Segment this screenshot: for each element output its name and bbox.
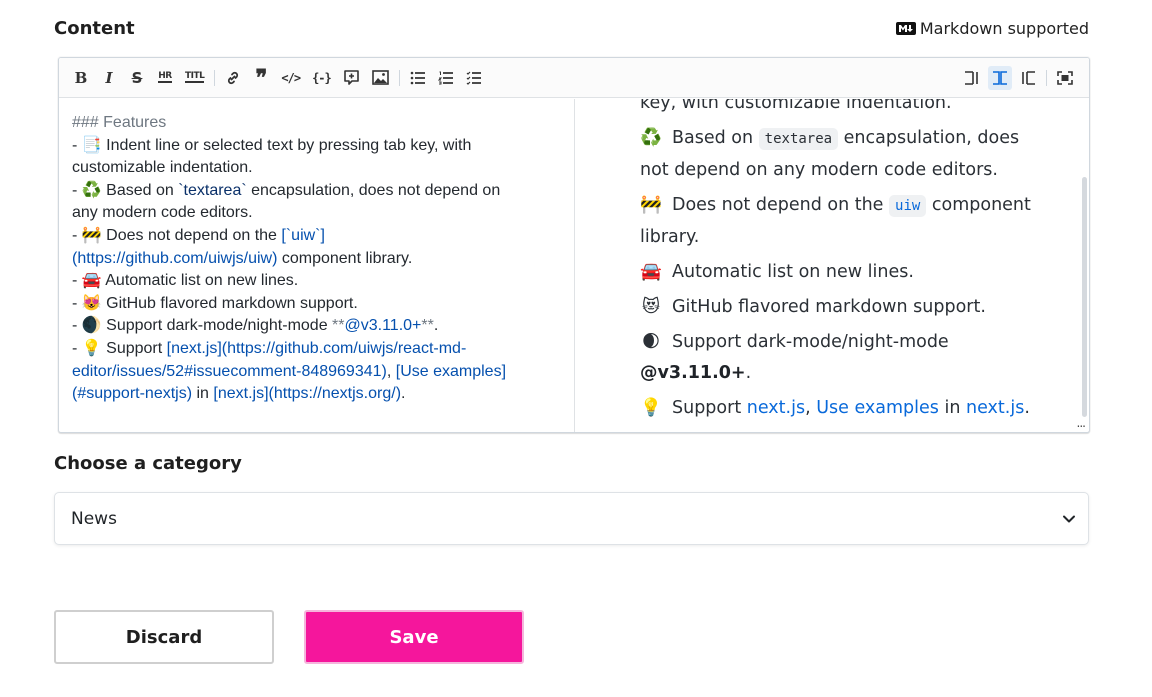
markdown-icon: [895, 22, 916, 35]
live-mode-icon: [993, 71, 1007, 85]
construction-icon: 🚧: [640, 195, 662, 215]
code-block-button[interactable]: {-}: [308, 66, 335, 90]
code-icon: </>: [281, 70, 301, 85]
preview-mode-button[interactable]: [1016, 66, 1040, 90]
image-icon: [371, 70, 389, 85]
list-item: 🚘 Automatic list on new lines.: [640, 257, 1043, 288]
link-icon: [228, 71, 239, 84]
list-item: 🌒 Support dark-mode/night-mode @v3.11.0+.: [640, 327, 1043, 389]
toolbar-divider: [1046, 70, 1047, 86]
content-heading: Content: [54, 18, 135, 39]
horizontal-rule-button[interactable]: HR: [153, 66, 177, 90]
ordered-list-button[interactable]: [434, 66, 458, 90]
category-heading: Choose a category: [54, 453, 242, 474]
comment-button[interactable]: [339, 66, 364, 90]
quote-icon: ❞: [255, 64, 268, 91]
fullscreen-icon: [1057, 71, 1073, 85]
comment-icon: [343, 70, 359, 85]
markdown-supported-note: Markdown supported: [895, 19, 1089, 38]
strikethrough-button[interactable]: S: [125, 66, 149, 90]
source-line: ### Features: [72, 114, 167, 131]
inline-code: textarea: [758, 128, 839, 150]
list-item: 💡 Support next.js, Use examples in next.j…: [640, 393, 1043, 424]
edit-mode-icon: [965, 71, 978, 85]
moon-icon: 🌒: [641, 332, 661, 352]
markdown-editor: B I S HR TITL ❞ </> {-} ### Features - 📑…: [58, 57, 1090, 433]
code-block-icon: {-}: [312, 70, 332, 85]
preview-line: key, with customizable indentation.: [640, 99, 952, 113]
resize-handle[interactable]: ...: [1077, 416, 1087, 430]
source-line: - 🚘 Automatic list on new lines.: [72, 272, 299, 290]
bold-icon: B: [74, 68, 88, 87]
toolbar-divider: [214, 69, 216, 86]
lightbulb-icon: 💡: [640, 398, 662, 418]
save-button[interactable]: Save: [304, 610, 524, 664]
recycle-icon: ♻️: [640, 128, 662, 148]
editor-toolbar: B I S HR TITL ❞ </> {-}: [59, 58, 1089, 98]
nextjs-site-link[interactable]: next.js: [966, 398, 1024, 418]
title-icon: TITL: [185, 71, 205, 83]
markdown-preview: key, with customizable indentation. ♻️ Ba…: [575, 99, 1089, 432]
strikethrough-icon: S: [131, 68, 143, 87]
edit-mode-button[interactable]: [960, 66, 984, 90]
markdown-supported-label: Markdown supported: [919, 19, 1089, 38]
nextjs-link[interactable]: next.js: [747, 398, 805, 418]
italic-icon: I: [105, 68, 113, 87]
quote-button[interactable]: ❞: [249, 66, 273, 90]
bold-button[interactable]: B: [69, 66, 93, 90]
source-line: - ♻️ Based on `textarea` encapsulation, …: [72, 181, 501, 222]
unordered-list-button[interactable]: [406, 66, 430, 90]
source-line: - 💡 Support [next.js](https://github.com…: [72, 339, 507, 403]
title-button[interactable]: TITL: [181, 66, 208, 90]
preview-scrollbar[interactable]: [1082, 177, 1087, 417]
inline-code-link[interactable]: uiw: [889, 195, 927, 217]
category-select[interactable]: News: [54, 492, 1089, 545]
image-button[interactable]: [368, 66, 393, 90]
hr-icon: HR: [158, 71, 172, 83]
preview-mode-icon: [1022, 71, 1035, 85]
fullscreen-button[interactable]: [1053, 66, 1077, 90]
live-mode-button[interactable]: [988, 66, 1012, 90]
source-line: - 🚧 Does not depend on the [`uiw`] (https…: [72, 226, 413, 267]
checked-list-button[interactable]: [462, 66, 486, 90]
chevron-down-icon: [1063, 515, 1075, 523]
discard-button[interactable]: Discard: [54, 610, 274, 664]
list-item: 🚧 Does not depend on the uiw component li…: [640, 190, 1043, 253]
use-examples-link[interactable]: Use examples: [816, 398, 939, 418]
list-item: ♻️ Based on textarea encapsulation, does …: [640, 123, 1043, 186]
category-selected-value: News: [71, 508, 117, 529]
cat-icon: 😻: [641, 297, 661, 317]
italic-button[interactable]: I: [97, 66, 121, 90]
checked-list-icon: [466, 71, 481, 85]
list-item: 😻 GitHub flavored markdown support.: [640, 292, 1043, 323]
source-line: - 😻 GitHub flavored markdown support.: [72, 294, 358, 312]
unordered-list-icon: [410, 71, 425, 84]
car-icon: 🚘: [640, 262, 662, 282]
link-button[interactable]: [221, 66, 245, 90]
source-line: - 🌒 Support dark-mode/night-mode **@v3.1…: [72, 317, 439, 335]
source-line: - 📑 Indent line or selected text by pres…: [72, 136, 472, 177]
markdown-textarea[interactable]: ### Features - 📑 Indent line or selected…: [59, 99, 575, 432]
toolbar-divider: [398, 69, 400, 86]
ordered-list-icon: [437, 71, 453, 84]
code-button[interactable]: </>: [277, 66, 304, 90]
